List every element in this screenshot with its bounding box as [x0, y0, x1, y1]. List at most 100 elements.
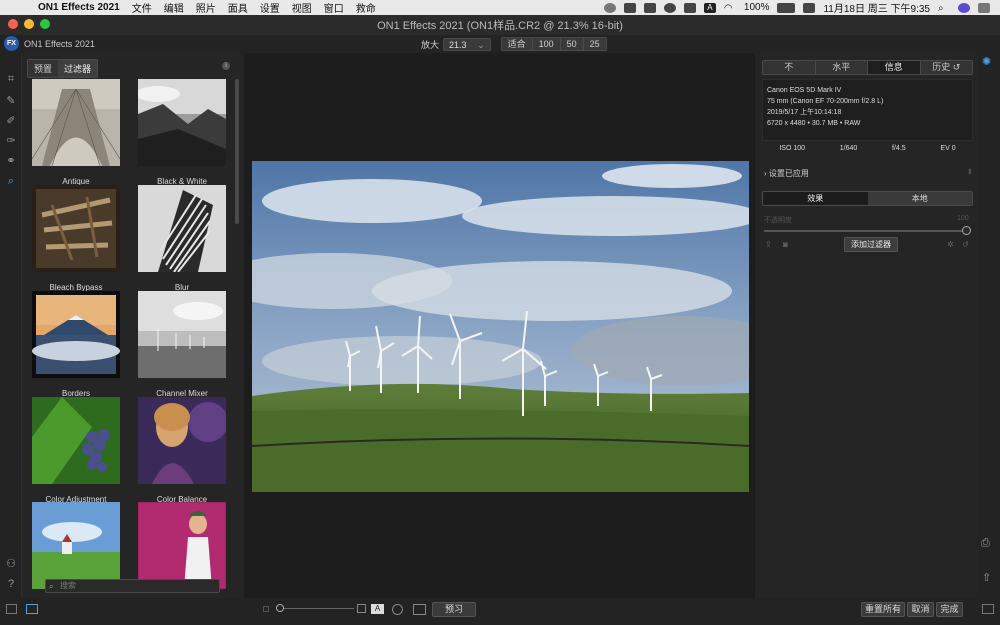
- menu-help[interactable]: 救命: [356, 0, 376, 15]
- tab-none[interactable]: 不: [763, 61, 816, 74]
- brush-tool-icon[interactable]: ✎: [5, 95, 17, 107]
- shield-icon[interactable]: [643, 2, 656, 13]
- zoom-100-button[interactable]: 100: [532, 38, 561, 50]
- exif-shutter: 1/640: [839, 145, 858, 152]
- cancel-button[interactable]: 取消: [907, 602, 934, 617]
- print-icon[interactable]: ⎙: [981, 537, 990, 550]
- add-filter-button[interactable]: 添加过滤器: [844, 237, 898, 252]
- crop-tool-icon[interactable]: ⌗: [5, 73, 17, 85]
- tab-local[interactable]: 本地: [867, 192, 972, 205]
- thumbnail-size-knob[interactable]: [276, 604, 284, 612]
- filter-thumb-channel-mixer[interactable]: Channel Mixer: [138, 291, 226, 398]
- menu-photo[interactable]: 照片: [196, 0, 216, 15]
- control-center-icon[interactable]: [803, 2, 816, 13]
- large-thumb-icon[interactable]: [357, 604, 366, 613]
- main-photo-wind-turbines[interactable]: [252, 161, 749, 492]
- zoom-fit-button[interactable]: 适合: [501, 38, 533, 50]
- menu-mask[interactable]: 面具: [228, 0, 248, 15]
- siri-icon[interactable]: [958, 2, 970, 13]
- effects-module-icon[interactable]: ✺: [982, 55, 991, 68]
- minimize-window-button[interactable]: [24, 19, 34, 29]
- filter-thumb-black-white[interactable]: Black & White: [136, 79, 226, 186]
- menu-settings[interactable]: 设置: [260, 0, 280, 15]
- image-dimensions: 6720 x 4480 • 30.7 MB • RAW: [767, 120, 861, 127]
- menu-edit[interactable]: 编辑: [164, 0, 184, 15]
- account-icon[interactable]: ⚇: [5, 558, 17, 570]
- sync-icon[interactable]: [663, 2, 676, 13]
- right-rail: ✺ ⎙ ⇧: [977, 53, 1000, 625]
- reset-all-button[interactable]: 重置所有: [861, 602, 905, 617]
- mask-overlay-icon[interactable]: [392, 604, 403, 615]
- settings-applied-label: 设置已应用: [768, 169, 809, 178]
- zoom-25-button[interactable]: 25: [583, 38, 606, 50]
- refine-brush-icon[interactable]: ✑: [5, 135, 17, 147]
- opacity-value: 100: [957, 215, 969, 222]
- tab-presets[interactable]: 预置: [28, 60, 59, 77]
- thumbnail-size-slider[interactable]: [280, 608, 354, 609]
- filter-thumb-color-balance[interactable]: Color Balance: [138, 397, 228, 504]
- cloud-icon[interactable]: [623, 2, 636, 13]
- filter-thumb-borders[interactable]: Borders: [32, 291, 120, 398]
- filter-thumb-blur[interactable]: Blur: [138, 185, 226, 292]
- reset-icon[interactable]: ↺: [962, 240, 969, 249]
- exif-aperture: f/4.5: [892, 145, 906, 152]
- input-source-icon[interactable]: A: [703, 2, 716, 13]
- info-icon[interactable]: i: [222, 62, 230, 70]
- expand-collapse-icon[interactable]: ⇕: [967, 168, 973, 176]
- window-controls: [8, 19, 50, 29]
- browser-scrollbar[interactable]: [235, 79, 239, 224]
- filter-thumb-color-adjustment[interactable]: Color Adjustment: [32, 397, 120, 504]
- opacity-slider-knob[interactable]: [962, 226, 971, 235]
- check-circle-icon[interactable]: [603, 2, 616, 13]
- before-after-icon[interactable]: [413, 604, 426, 615]
- tab-info[interactable]: 信息: [868, 61, 921, 74]
- menubar-clock[interactable]: 11月18日 周三 下午9:35: [823, 0, 930, 15]
- zoom-window-button[interactable]: [40, 19, 50, 29]
- toggle-right-panel-icon[interactable]: [982, 604, 994, 614]
- battery-status-icon[interactable]: [683, 2, 696, 13]
- notification-center-icon[interactable]: [978, 2, 990, 13]
- search-icon[interactable]: ⌕: [938, 3, 950, 14]
- mask-icon[interactable]: ◙: [783, 240, 788, 249]
- retouch-tool-icon[interactable]: ⚭: [5, 155, 17, 167]
- menu-app-name[interactable]: ON1 Effects 2021: [38, 2, 120, 13]
- close-window-button[interactable]: [8, 19, 18, 29]
- info-tabs: 不 水平 信息 历史 ↺: [762, 60, 973, 75]
- share-icon[interactable]: ⇧: [982, 571, 991, 584]
- exif-iso: ISO 100: [779, 145, 806, 152]
- done-button[interactable]: 完成: [936, 602, 963, 617]
- antique-preview: [31, 79, 121, 167]
- tab-level[interactable]: 水平: [815, 61, 868, 74]
- filter-search-input[interactable]: ⌕ 搜索: [45, 579, 220, 593]
- zoom-tool-icon[interactable]: ⌕: [5, 175, 17, 187]
- save-preset-icon[interactable]: ⇪: [765, 240, 772, 249]
- menu-file[interactable]: 文件: [132, 0, 152, 15]
- window-title: ON1 Effects 2021 (ON1样品.CR2 @ 21.3% 16-b…: [377, 20, 623, 32]
- zoom-dropdown[interactable]: 21.3 ⌄: [443, 37, 491, 51]
- filter-thumb-antique[interactable]: Antique: [31, 79, 121, 186]
- zoom-50-button[interactable]: 50: [560, 38, 584, 50]
- compare-view-icon[interactable]: A: [371, 604, 384, 614]
- tab-filters[interactable]: 过滤器: [58, 60, 98, 77]
- battery-icon[interactable]: [777, 2, 796, 13]
- help-icon[interactable]: ?: [5, 578, 17, 590]
- tab-history[interactable]: 历史 ↺: [920, 61, 972, 74]
- settings-applied-toggle[interactable]: › 设置已应用: [764, 168, 809, 179]
- toggle-browser-icon[interactable]: [26, 604, 38, 614]
- preview-button[interactable]: 预习: [432, 602, 476, 617]
- wifi-icon[interactable]: ◠: [724, 3, 736, 14]
- toggle-left-panel-icon[interactable]: [6, 604, 17, 614]
- tab-effects[interactable]: 效果: [763, 192, 868, 205]
- church-preview: [32, 502, 120, 589]
- menu-view[interactable]: 视图: [292, 0, 312, 15]
- settings-gear-icon[interactable]: ✲: [947, 240, 954, 249]
- small-thumb-icon[interactable]: [263, 606, 269, 612]
- filter-thumb-bleach-bypass[interactable]: Bleach Bypass: [32, 185, 120, 292]
- menu-window[interactable]: 窗口: [324, 0, 344, 15]
- color-adjustment-preview: [32, 397, 120, 484]
- chevron-right-icon: ›: [764, 169, 767, 178]
- app-toolbar: FX ON1 Effects 2021 放大 21.3 ⌄ 适合 100 50 …: [0, 35, 1000, 53]
- borders-preview: [32, 291, 120, 378]
- opacity-slider-track[interactable]: [764, 230, 966, 232]
- masking-brush-icon[interactable]: ✐: [5, 115, 17, 127]
